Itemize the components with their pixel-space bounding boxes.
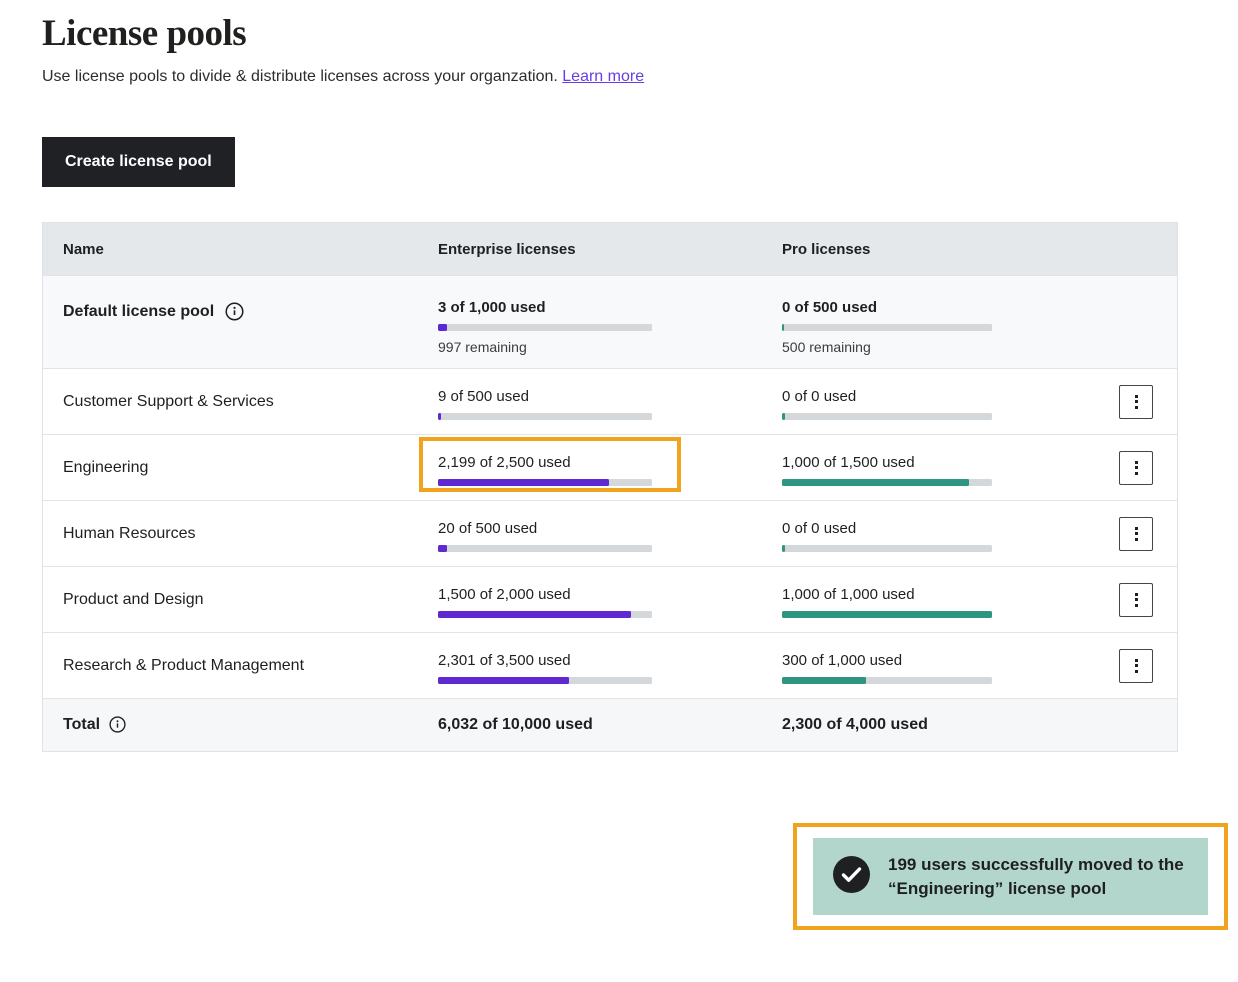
pool-name: Human Resources [63,525,196,543]
table-header-row: Name Enterprise licenses Pro licenses [43,223,1177,275]
row-menu-button[interactable] [1119,649,1153,683]
table-row-research-product-management: Research & Product Management 2,301 of 3… [43,632,1177,698]
enterprise-usage-bar [438,413,652,420]
row-menu-button[interactable] [1119,583,1153,617]
column-header-pro-licenses: Pro licenses [782,241,1112,258]
pool-name: Default license pool [63,303,214,321]
highlight-box-toast: 199 users successfully moved to the “Eng… [793,823,1228,930]
license-pools-page: License pools Use license pools to divid… [0,0,1238,752]
pro-usage-bar-fill [782,479,969,486]
pro-remaining-label: 500 remaining [782,339,1112,355]
enterprise-usage-label: 1,500 of 2,000 used [438,586,782,603]
enterprise-usage-bar [438,479,652,486]
success-toast: 199 users successfully moved to the “Eng… [813,838,1208,915]
enterprise-usage-bar-fill [438,677,569,684]
enterprise-usage-label: 20 of 500 used [438,520,782,537]
pro-usage-bar-fill [782,413,785,420]
enterprise-usage-bar-fill [438,545,447,552]
pro-usage-label: 300 of 1,000 used [782,652,1112,669]
enterprise-usage-label: 9 of 500 used [438,388,782,405]
kebab-icon [1135,590,1138,609]
table-row-default-license-pool: Default license pool 3 of 1,000 used 997… [43,275,1177,368]
total-pro-used: 2,300 of 4,000 used [782,716,1112,734]
pro-usage-bar-fill [782,324,784,331]
enterprise-usage-label: 2,199 of 2,500 used [438,454,782,471]
create-license-pool-button[interactable]: Create license pool [42,137,235,187]
pro-usage-label: 1,000 of 1,500 used [782,454,1112,471]
subtitle-text: Use license pools to divide & distribute… [42,68,558,85]
kebab-icon [1135,656,1138,675]
pro-usage-bar [782,324,992,331]
pro-usage-bar [782,413,992,420]
pool-name: Product and Design [63,591,204,609]
page-subtitle: Use license pools to divide & distribute… [42,68,1196,86]
table-row-human-resources: Human Resources 20 of 500 used 0 of 0 us… [43,500,1177,566]
table-row-customer-support-services: Customer Support & Services 9 of 500 use… [43,368,1177,434]
table-row-engineering: Engineering 2,199 of 2,500 used 1,000 of… [43,434,1177,500]
total-label: Total [63,716,100,734]
enterprise-usage-bar-fill [438,324,447,331]
row-menu-button[interactable] [1119,385,1153,419]
pro-usage-bar [782,545,992,552]
pro-usage-label: 1,000 of 1,000 used [782,586,1112,603]
info-icon[interactable] [225,302,244,321]
toast-message: 199 users successfully moved to the “Eng… [888,853,1188,900]
table-row-total: Total 6,032 of 10,000 used 2,300 of 4,00… [43,698,1177,751]
license-pools-table: Name Enterprise licenses Pro licenses De… [42,222,1178,752]
row-menu-button[interactable] [1119,451,1153,485]
learn-more-link[interactable]: Learn more [562,68,644,85]
enterprise-usage-label: 2,301 of 3,500 used [438,652,782,669]
enterprise-usage-label: 3 of 1,000 used [438,299,782,316]
pro-usage-bar [782,611,992,618]
pro-usage-label: 0 of 0 used [782,388,1112,405]
pro-usage-bar-fill [782,677,866,684]
enterprise-usage-bar-fill [438,611,631,618]
table-row-product-and-design: Product and Design 1,500 of 2,000 used 1… [43,566,1177,632]
row-menu-button[interactable] [1119,517,1153,551]
kebab-icon [1135,524,1138,543]
column-header-name: Name [43,241,438,258]
enterprise-usage-bar-fill [438,479,609,486]
info-icon[interactable] [109,716,126,733]
pool-name: Customer Support & Services [63,393,274,411]
enterprise-usage-bar [438,611,652,618]
kebab-icon [1135,458,1138,477]
enterprise-usage-bar-fill [438,413,441,420]
pro-usage-label: 0 of 500 used [782,299,1112,316]
kebab-icon [1135,392,1138,411]
pro-usage-bar [782,677,992,684]
pro-usage-bar-fill [782,611,992,618]
enterprise-usage-bar [438,324,652,331]
pool-name: Engineering [63,459,148,477]
check-circle-icon [833,856,870,898]
enterprise-usage-bar [438,545,652,552]
pro-usage-bar-fill [782,545,785,552]
column-header-enterprise-licenses: Enterprise licenses [438,241,782,258]
total-enterprise-used: 6,032 of 10,000 used [438,716,782,734]
enterprise-remaining-label: 997 remaining [438,339,782,355]
pro-usage-label: 0 of 0 used [782,520,1112,537]
enterprise-usage-bar [438,677,652,684]
pool-name: Research & Product Management [63,657,304,675]
page-title: License pools [42,12,1196,55]
pro-usage-bar [782,479,992,486]
